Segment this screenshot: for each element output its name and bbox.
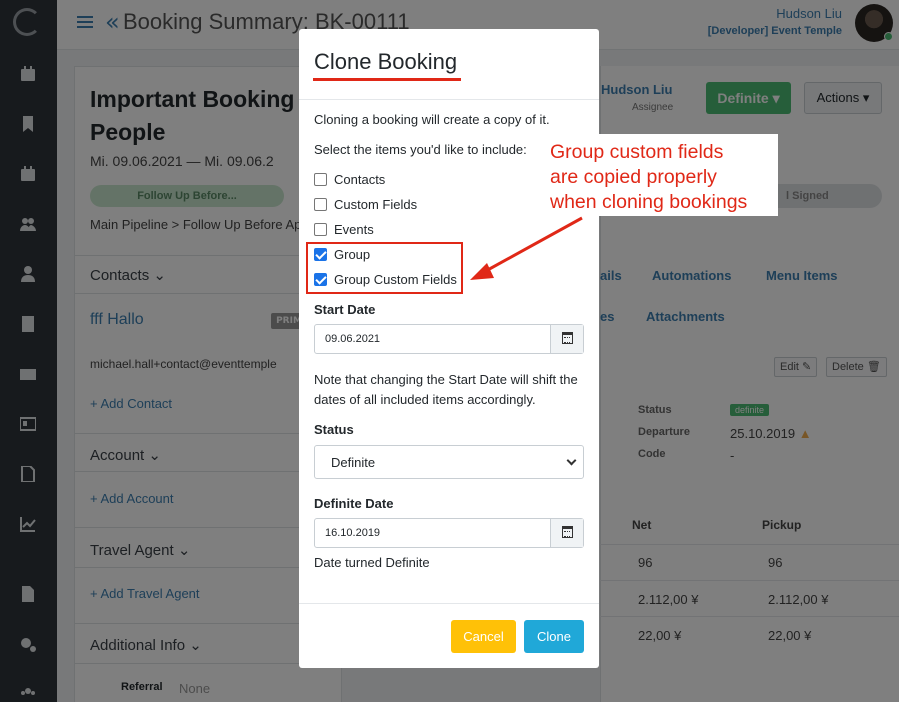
modal-title: Clone Booking [314, 49, 458, 74]
select-prompt: Select the items you'd like to include: [314, 142, 527, 157]
callout-annotation: Group custom fields are copied properly … [540, 134, 778, 216]
start-date-label: Start Date [314, 302, 376, 317]
modal-intro: Cloning a booking will create a copy of … [314, 112, 550, 127]
start-date-input[interactable]: 09.06.2021 [314, 324, 584, 354]
calendar-icon [562, 332, 573, 344]
checkbox[interactable] [314, 172, 327, 186]
start-date-picker-button[interactable] [550, 325, 583, 353]
status-label: Status [314, 422, 354, 437]
checkbox[interactable] [314, 222, 327, 236]
status-select[interactable]: Definite [314, 445, 584, 479]
definite-date-help: Date turned Definite [314, 555, 430, 570]
highlight-box-annotation [306, 242, 463, 294]
definite-date-input[interactable]: 16.10.2019 [314, 518, 584, 548]
checkbox-contacts[interactable]: Contacts [314, 170, 385, 188]
definite-date-label: Definite Date [314, 496, 394, 511]
callout-text: Group custom fields are copied properly … [550, 141, 748, 213]
start-date-note: Note that changing the Start Date will s… [314, 372, 578, 407]
calendar-icon [562, 526, 573, 538]
checkbox-custom-fields[interactable]: Custom Fields [314, 195, 417, 213]
clone-booking-modal: Clone Booking Cloning a booking will cre… [299, 29, 599, 668]
cancel-button[interactable]: Cancel [451, 620, 516, 653]
clone-button[interactable]: Clone [524, 620, 584, 653]
title-underline-annotation [313, 78, 461, 81]
chevron-down-icon [566, 455, 577, 466]
definite-date-picker-button[interactable] [550, 519, 583, 547]
checkbox-events[interactable]: Events [314, 220, 374, 238]
checkbox[interactable] [314, 197, 327, 211]
